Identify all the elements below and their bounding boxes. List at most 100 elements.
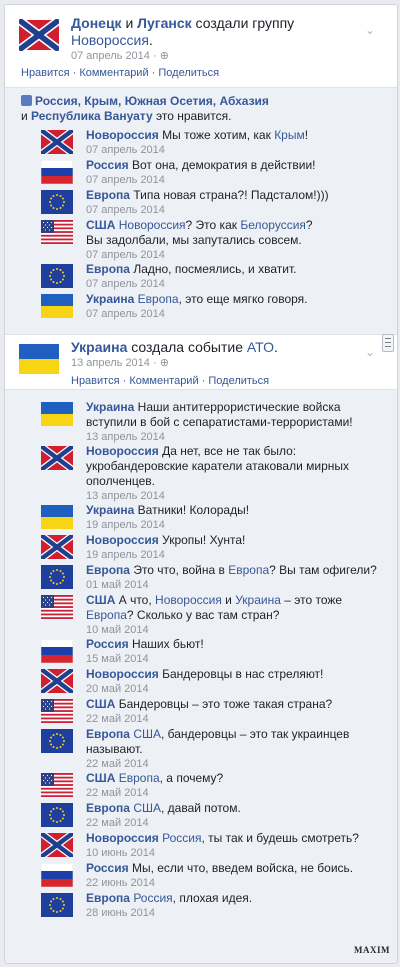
eu-flag-icon[interactable] (41, 264, 73, 288)
russia-flag-icon[interactable] (41, 863, 73, 887)
comment-mention[interactable]: Европа (138, 292, 179, 306)
comment-author[interactable]: Украина (86, 503, 134, 517)
comment-body: Укропы! Хунта! (162, 533, 246, 547)
chevron-down-icon[interactable]: ⌄ (365, 23, 375, 37)
eu-flag-icon[interactable] (41, 729, 73, 753)
comment-date[interactable]: 07 апрель 2014 (86, 143, 397, 157)
ukraine-flag-icon[interactable] (41, 505, 73, 529)
comment-text: Россия Мы, если что, введем войска, не б… (86, 861, 397, 876)
comment-date[interactable]: 01 май 2014 (86, 578, 397, 592)
globe-icon: ⊕ (159, 50, 169, 62)
novorossiya-flag-icon[interactable] (41, 669, 73, 693)
comment-date[interactable]: 07 апрель 2014 (86, 203, 397, 217)
comment-text: Украина Ватники! Колорады! (86, 503, 397, 518)
comment-author[interactable]: Новороссия (86, 533, 159, 547)
comment-mention[interactable]: США (133, 727, 161, 741)
author-lugansk[interactable]: Луганск (137, 15, 191, 31)
chevron-down-icon[interactable]: ⌄ (365, 345, 375, 359)
likes-last[interactable]: Республика Вануату (31, 109, 153, 123)
comment-date[interactable]: 22 май 2014 (86, 786, 397, 800)
usa-flag-icon[interactable] (41, 699, 73, 723)
comment-author[interactable]: США (86, 697, 115, 711)
comment-author[interactable]: США (86, 593, 115, 607)
comment-mention-2[interactable]: Белоруссия (240, 218, 306, 232)
comment-date[interactable]: 13 апрель 2014 (86, 489, 397, 503)
comment-body: А что, (118, 593, 156, 607)
comment-mention[interactable]: Россия (162, 831, 201, 845)
comment-mention[interactable]: Новороссия (155, 593, 222, 607)
post-actions[interactable]: Нравится · Комментарий · Поделиться (21, 67, 219, 79)
comment: Новороссия Россия, ты так и будешь смотр… (5, 831, 397, 861)
comment-date[interactable]: 22 май 2014 (86, 816, 397, 830)
ukraine-flag-icon[interactable] (41, 402, 73, 426)
likes-names[interactable]: Россия, Крым, Южная Осетия, Абхазия (35, 94, 269, 108)
usa-flag-icon[interactable] (41, 773, 73, 797)
comment-author[interactable]: Россия (86, 158, 129, 172)
comment-date[interactable]: 07 апрель 2014 (86, 277, 397, 291)
comment-date[interactable]: 07 апрель 2014 (86, 307, 397, 321)
post2-date[interactable]: 13 апрель 2014 · (71, 357, 157, 369)
comment-author[interactable]: США (86, 771, 115, 785)
comment-mention[interactable]: Европа (228, 563, 269, 577)
comment-author[interactable]: Россия (86, 637, 129, 651)
comment-date[interactable]: 10 май 2014 (86, 623, 397, 637)
novorossiya-flag-icon[interactable] (41, 535, 73, 559)
comment-author[interactable]: Европа (86, 188, 130, 202)
eu-flag-icon[interactable] (41, 565, 73, 589)
eu-flag-icon[interactable] (41, 190, 73, 214)
eu-flag-icon[interactable] (41, 893, 73, 917)
comment-date[interactable]: 28 июнь 2014 (86, 906, 397, 920)
comment-author[interactable]: Европа (86, 262, 130, 276)
author-donetsk[interactable]: Донецк (71, 15, 122, 31)
russia-flag-icon[interactable] (41, 639, 73, 663)
group-link[interactable]: Новороссия (71, 32, 149, 48)
author-ukraine[interactable]: Украина (71, 339, 127, 355)
comment-mention[interactable]: Россия (133, 891, 172, 905)
comment-author[interactable]: Новороссия (86, 831, 159, 845)
comment-mention-2[interactable]: Украина (235, 593, 281, 607)
comment-mention[interactable]: Крым (274, 128, 305, 142)
comments-thread-2: Украина Наши антитеррористические войска… (5, 400, 397, 921)
comment-body: Бандеровцы в нас стреляют! (162, 667, 324, 681)
comment-date[interactable]: 19 апрель 2014 (86, 518, 397, 532)
comment-author[interactable]: Европа (86, 801, 130, 815)
comment-date[interactable]: 22 июнь 2014 (86, 876, 397, 890)
comment-author[interactable]: Европа (86, 891, 130, 905)
comment-date[interactable]: 07 апрель 2014 (86, 173, 397, 187)
comment-author[interactable]: Украина (86, 292, 134, 306)
russia-flag-icon[interactable] (41, 160, 73, 184)
comment-date[interactable]: 22 май 2014 (86, 757, 397, 771)
comment-author[interactable]: США (86, 218, 115, 232)
comment-date[interactable]: 15 май 2014 (86, 652, 397, 666)
scrollbar-handle[interactable] (382, 334, 394, 352)
usa-flag-icon[interactable] (41, 220, 73, 244)
comment-author[interactable]: Новороссия (86, 667, 159, 681)
comment-date[interactable]: 20 май 2014 (86, 682, 397, 696)
novorossiya-flag-icon[interactable] (41, 130, 73, 154)
comment-author[interactable]: Россия (86, 861, 129, 875)
comment-date[interactable]: 07 апрель 2014 (86, 248, 397, 262)
comment-author[interactable]: Новороссия (86, 128, 159, 142)
event-link[interactable]: АТО (247, 339, 274, 355)
comment-date[interactable]: 10 июнь 2014 (86, 846, 397, 860)
comment-mention[interactable]: США (133, 801, 161, 815)
comment-author[interactable]: Украина (86, 400, 134, 414)
post2-actions[interactable]: Нравится · Комментарий · Поделиться (71, 375, 269, 387)
comment-date[interactable]: 22 май 2014 (86, 712, 397, 726)
comment-date[interactable]: 13 апрель 2014 (86, 430, 397, 444)
novorossiya-flag-icon[interactable] (41, 446, 73, 470)
comment-author[interactable]: Европа (86, 727, 130, 741)
usa-flag-icon[interactable] (41, 595, 73, 619)
ukraine-flag-icon[interactable] (41, 294, 73, 318)
comment-author[interactable]: Новороссия (86, 444, 159, 458)
comment-mention-3[interactable]: Европа (86, 608, 127, 622)
comment-mention[interactable]: Европа (119, 771, 160, 785)
post-date[interactable]: 07 апрель 2014 · (71, 50, 157, 62)
eu-flag-icon[interactable] (41, 803, 73, 827)
comment-date[interactable]: 19 апрель 2014 (86, 548, 397, 562)
comment-mention[interactable]: Новороссия (119, 218, 186, 232)
comment: Новороссия Бандеровцы в нас стреляют! 20 … (5, 667, 397, 697)
comment-author[interactable]: Европа (86, 563, 130, 577)
globe-icon: ⊕ (159, 357, 169, 369)
novorossiya-flag-icon[interactable] (41, 833, 73, 857)
